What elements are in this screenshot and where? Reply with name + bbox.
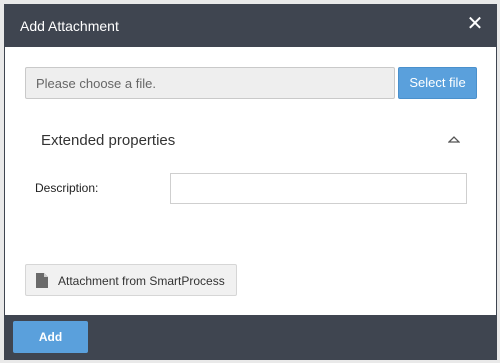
chevron-up-icon[interactable] (448, 135, 460, 145)
file-path-input[interactable] (25, 67, 395, 99)
dialog-footer: Add (5, 315, 496, 359)
description-label: Description: (35, 181, 99, 195)
add-button[interactable]: Add (13, 321, 88, 353)
select-file-button[interactable]: Select file (398, 67, 477, 99)
extended-properties-header[interactable]: Extended properties (41, 132, 175, 149)
add-attachment-dialog: Add Attachment ✕ Select file Extended pr… (4, 4, 497, 360)
document-icon (36, 273, 48, 288)
description-field[interactable] (170, 173, 467, 204)
close-icon[interactable]: ✕ (464, 13, 486, 35)
smartprocess-label: Attachment from SmartProcess (58, 274, 225, 288)
dialog-header: Add Attachment ✕ (5, 5, 496, 47)
dialog-title: Add Attachment (20, 18, 119, 34)
attachment-from-smartprocess-button[interactable]: Attachment from SmartProcess (25, 264, 237, 296)
